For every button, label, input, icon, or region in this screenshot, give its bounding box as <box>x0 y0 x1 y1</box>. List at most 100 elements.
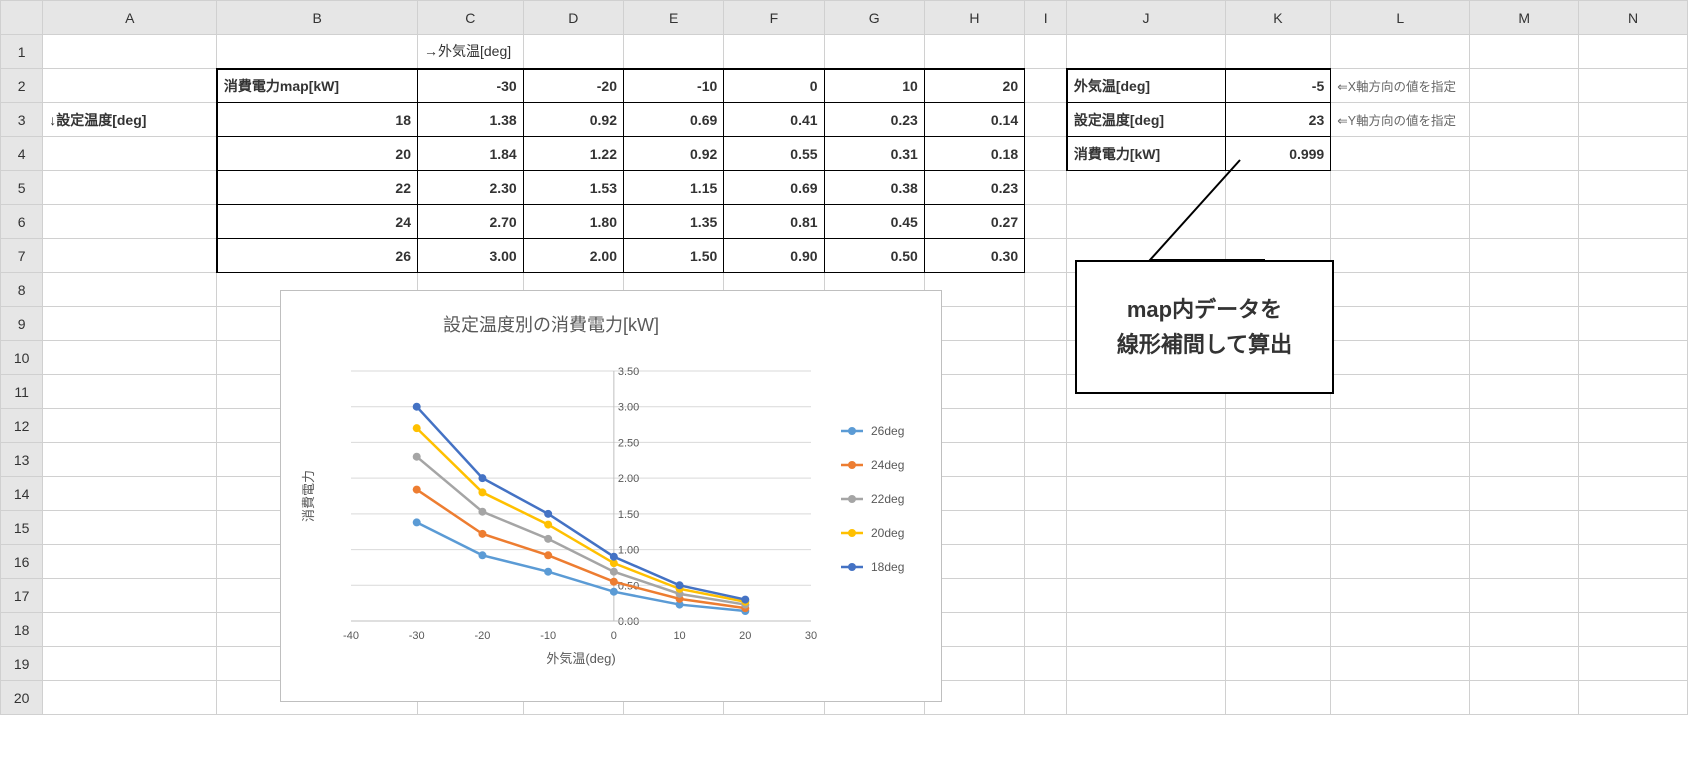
map-data-cell[interactable]: 0.30 <box>924 239 1024 273</box>
cell[interactable] <box>1331 477 1470 511</box>
cell[interactable] <box>1331 545 1470 579</box>
row-header[interactable]: 7 <box>1 239 43 273</box>
map-data-cell[interactable]: 0.14 <box>924 103 1024 137</box>
cell[interactable] <box>1025 443 1067 477</box>
row-header[interactable]: 5 <box>1 171 43 205</box>
cell[interactable] <box>1579 239 1688 273</box>
col-header[interactable]: F <box>724 1 824 35</box>
cell[interactable] <box>1025 69 1067 103</box>
cell[interactable] <box>1025 477 1067 511</box>
cell[interactable] <box>1225 409 1331 443</box>
cell[interactable] <box>1470 477 1579 511</box>
cell[interactable] <box>1579 341 1688 375</box>
row-header[interactable]: 4 <box>1 137 43 171</box>
col-header[interactable]: J <box>1067 1 1225 35</box>
cell[interactable] <box>1331 273 1470 307</box>
map-data-cell[interactable]: 0.69 <box>724 171 824 205</box>
cell[interactable] <box>43 477 217 511</box>
row-header[interactable]: 14 <box>1 477 43 511</box>
cell[interactable] <box>1025 307 1067 341</box>
cell[interactable] <box>1331 137 1470 171</box>
cell[interactable] <box>1579 273 1688 307</box>
map-data-cell[interactable]: 0.41 <box>724 103 824 137</box>
row-header[interactable]: 12 <box>1 409 43 443</box>
cell[interactable] <box>1025 35 1067 69</box>
cell[interactable] <box>1579 205 1688 239</box>
map-data-cell[interactable]: 0.50 <box>824 239 924 273</box>
map-data-cell[interactable]: 0.23 <box>924 171 1024 205</box>
cell[interactable] <box>43 443 217 477</box>
map-x-header[interactable]: 20 <box>924 69 1024 103</box>
cell[interactable] <box>1331 409 1470 443</box>
col-header[interactable]: H <box>924 1 1024 35</box>
cell[interactable] <box>1470 137 1579 171</box>
cell[interactable] <box>1067 409 1225 443</box>
cell[interactable] <box>1579 375 1688 409</box>
map-data-cell[interactable]: 1.50 <box>623 239 723 273</box>
map-data-cell[interactable]: 0.31 <box>824 137 924 171</box>
map-data-cell[interactable]: 0.55 <box>724 137 824 171</box>
map-data-cell[interactable]: 1.15 <box>623 171 723 205</box>
cell[interactable] <box>1067 477 1225 511</box>
cell[interactable] <box>1470 443 1579 477</box>
cell[interactable] <box>43 545 217 579</box>
cell[interactable] <box>1025 681 1067 715</box>
cell[interactable] <box>1579 35 1688 69</box>
col-header[interactable]: B <box>217 1 418 35</box>
row-header[interactable]: 11 <box>1 375 43 409</box>
cell[interactable] <box>1025 103 1067 137</box>
lookup-x-value[interactable]: -5 <box>1225 69 1331 103</box>
cell[interactable] <box>1579 69 1688 103</box>
cell[interactable] <box>1331 443 1470 477</box>
cell[interactable] <box>43 273 217 307</box>
map-x-header[interactable]: 0 <box>724 69 824 103</box>
col-header[interactable]: C <box>417 1 523 35</box>
cell[interactable] <box>1579 477 1688 511</box>
map-data-cell[interactable]: 1.84 <box>417 137 523 171</box>
cell[interactable] <box>43 409 217 443</box>
cell[interactable] <box>1579 647 1688 681</box>
row-header[interactable]: 13 <box>1 443 43 477</box>
map-data-cell[interactable]: 1.53 <box>523 171 623 205</box>
cell[interactable] <box>1025 647 1067 681</box>
cell[interactable] <box>1331 375 1470 409</box>
map-data-cell[interactable]: 0.45 <box>824 205 924 239</box>
cell[interactable] <box>1470 613 1579 647</box>
row-header[interactable]: 6 <box>1 205 43 239</box>
cell[interactable] <box>1331 35 1470 69</box>
cell[interactable] <box>1025 409 1067 443</box>
cell[interactable] <box>43 647 217 681</box>
lookup-x-label[interactable]: 外気温[deg] <box>1067 69 1225 103</box>
cell[interactable] <box>43 239 217 273</box>
chart-container[interactable]: 設定温度別の消費電力[kW]0.000.501.001.502.002.503.… <box>280 290 942 702</box>
cell[interactable] <box>1225 579 1331 613</box>
y-axis-label[interactable]: ↓設定温度[deg] <box>43 103 217 137</box>
cell[interactable] <box>43 511 217 545</box>
row-header[interactable]: 10 <box>1 341 43 375</box>
cell[interactable] <box>1225 477 1331 511</box>
lookup-y-label[interactable]: 設定温度[deg] <box>1067 103 1225 137</box>
lookup-y-value[interactable]: 23 <box>1225 103 1331 137</box>
cell[interactable] <box>1331 511 1470 545</box>
note-y[interactable]: ⇐Y軸方向の値を指定 <box>1331 103 1470 137</box>
cell[interactable] <box>1025 341 1067 375</box>
cell[interactable] <box>1067 681 1225 715</box>
cell[interactable] <box>43 205 217 239</box>
cell[interactable] <box>1331 239 1470 273</box>
cell[interactable] <box>924 35 1024 69</box>
map-y-header[interactable]: 20 <box>217 137 418 171</box>
cell[interactable] <box>1579 103 1688 137</box>
cell[interactable] <box>1470 545 1579 579</box>
cell[interactable] <box>1025 613 1067 647</box>
row-header[interactable]: 19 <box>1 647 43 681</box>
cell[interactable] <box>1225 443 1331 477</box>
cell[interactable] <box>43 35 217 69</box>
cell[interactable] <box>1331 341 1470 375</box>
cell[interactable] <box>43 307 217 341</box>
note-x[interactable]: ⇐X軸方向の値を指定 <box>1331 69 1470 103</box>
x-axis-label[interactable]: →外気温[deg] <box>417 35 523 69</box>
cell[interactable] <box>1025 205 1067 239</box>
map-data-cell[interactable]: 0.23 <box>824 103 924 137</box>
cell[interactable] <box>1225 613 1331 647</box>
map-x-header[interactable]: -20 <box>523 69 623 103</box>
